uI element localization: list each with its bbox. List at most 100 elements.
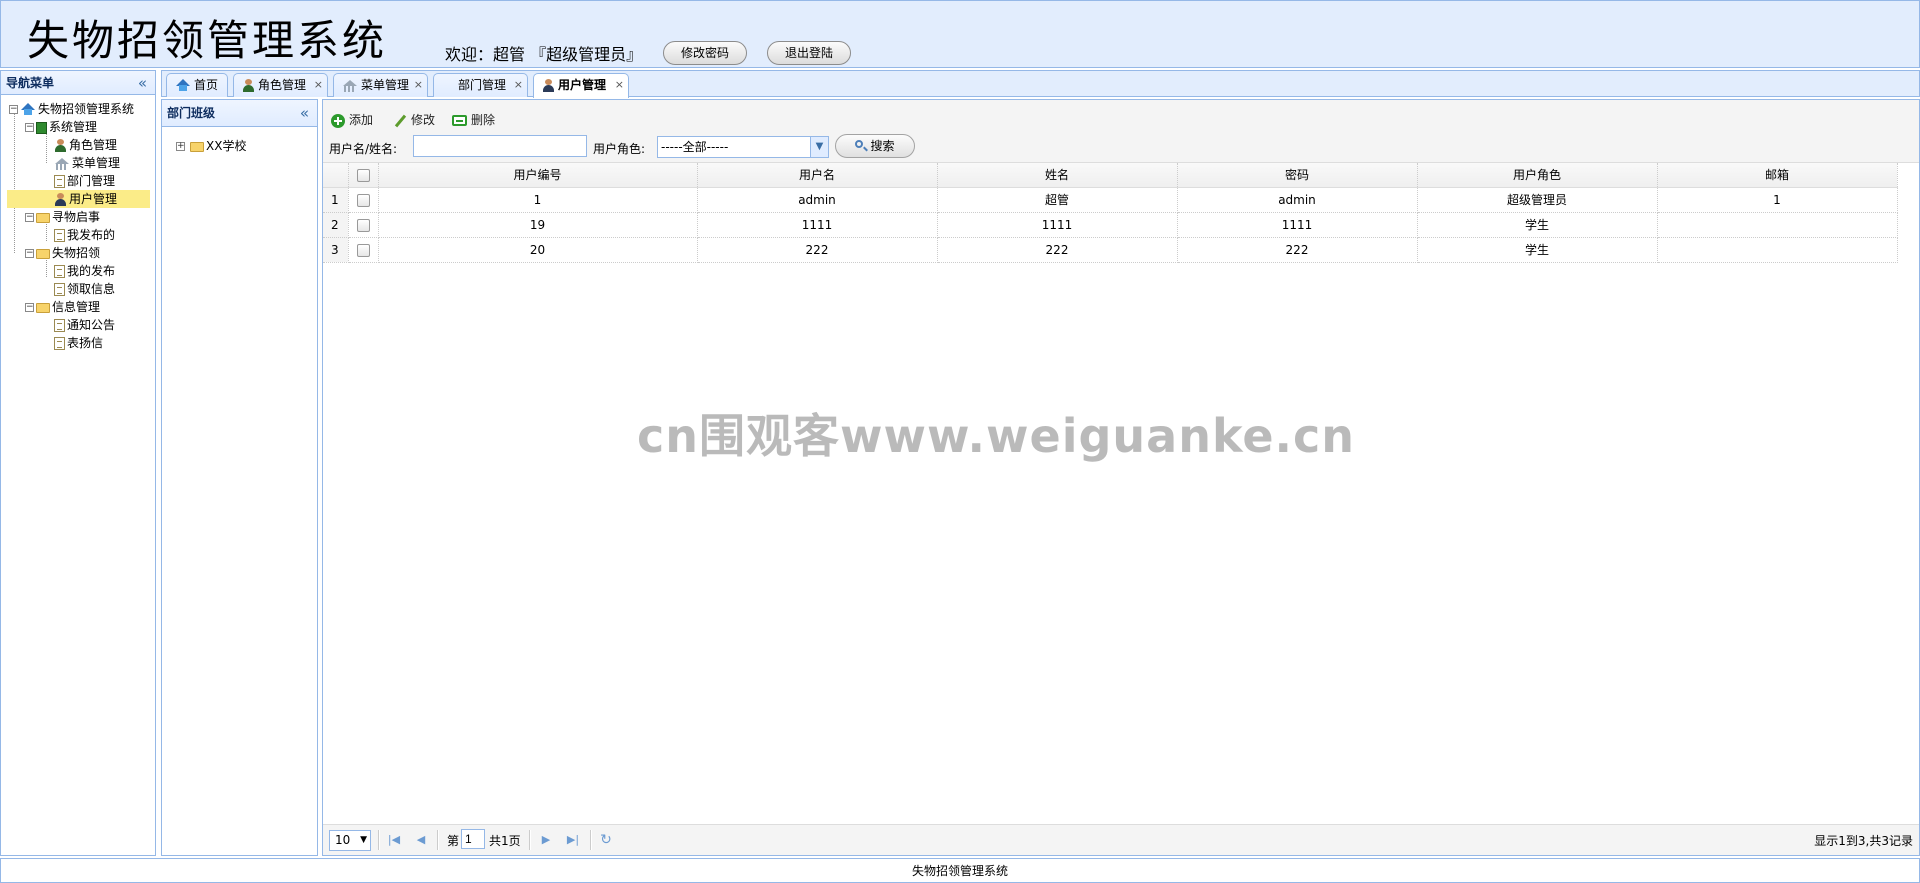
edit-label: 修改 bbox=[411, 113, 436, 127]
tab-menus[interactable]: 菜单管理 × bbox=[333, 73, 428, 97]
nav-collapse-icon[interactable]: « bbox=[138, 71, 147, 95]
sidebar-item-menus[interactable]: 菜单管理 bbox=[54, 154, 120, 172]
add-button[interactable]: 添加 bbox=[331, 110, 373, 130]
close-icon[interactable]: × bbox=[314, 74, 323, 96]
table-row[interactable]: 2 19 1111 1111 1111 学生 bbox=[323, 212, 1898, 238]
user-icon bbox=[54, 139, 67, 152]
department-panel-header: 部门班级 « bbox=[162, 100, 317, 127]
tree-root[interactable]: − 失物招领管理系统 bbox=[9, 100, 134, 118]
user-table: 用户编号 用户名 姓名 密码 用户角色 邮箱 1 1 admin 超管 admi… bbox=[323, 163, 1898, 263]
role-filter-label: 用户角色: bbox=[593, 142, 646, 156]
username-search-input[interactable] bbox=[413, 135, 587, 157]
sidebar-item-notices[interactable]: 通知公告 bbox=[54, 316, 115, 334]
column-header[interactable]: 用户角色 bbox=[1417, 163, 1658, 188]
tab-departments[interactable]: 部门管理 × bbox=[433, 73, 528, 97]
table-cell: 学生 bbox=[1417, 212, 1658, 238]
column-header[interactable]: 用户名 bbox=[697, 163, 938, 188]
table-row[interactable]: 1 1 admin 超管 admin 超级管理员 1 bbox=[323, 187, 1898, 213]
row-checkbox[interactable] bbox=[356, 193, 370, 207]
sidebar-item-lost-notice[interactable]: − 寻物启事 bbox=[25, 208, 100, 226]
search-button-label: 搜索 bbox=[870, 139, 895, 153]
delete-button[interactable]: 删除 bbox=[452, 110, 495, 130]
close-icon[interactable]: × bbox=[514, 74, 523, 96]
select-all-header bbox=[348, 163, 379, 188]
column-header[interactable]: 密码 bbox=[1177, 163, 1418, 188]
sidebar-item-praise[interactable]: 表扬信 bbox=[54, 334, 103, 352]
tab-home[interactable]: 首页 bbox=[166, 73, 228, 97]
user-grid-panel: 添加 修改 删除 用户名/姓名: 用户角色: -----全部----- ▼ 搜索 bbox=[322, 99, 1920, 856]
edit-button[interactable]: 修改 bbox=[393, 110, 435, 130]
welcome-text: 欢迎：超管 『超级管理员』 bbox=[445, 45, 643, 64]
column-header[interactable]: 用户编号 bbox=[378, 163, 698, 188]
menu-icon bbox=[54, 157, 70, 170]
table-cell: 222 bbox=[937, 237, 1178, 263]
sidebar-item-info[interactable]: − 信息管理 bbox=[25, 298, 100, 316]
plus-icon bbox=[331, 113, 345, 128]
page-size-value: 10 bbox=[335, 833, 351, 847]
expand-toggle-icon[interactable]: + bbox=[176, 142, 185, 151]
next-page-icon[interactable]: ▶ bbox=[538, 831, 554, 849]
collapse-toggle-icon[interactable]: − bbox=[25, 303, 34, 312]
user-icon bbox=[242, 79, 255, 92]
document-icon bbox=[54, 283, 65, 296]
department-title: 部门班级 bbox=[167, 106, 216, 120]
sidebar-item-claims[interactable]: 领取信息 bbox=[54, 280, 115, 298]
sidebar-item-my-posts[interactable]: 我发布的 bbox=[54, 226, 115, 244]
book-icon bbox=[36, 121, 47, 134]
sidebar-item-users[interactable]: 用户管理 bbox=[7, 190, 150, 208]
sidebar-item-my-releases[interactable]: 我的发布 bbox=[54, 262, 115, 280]
sidebar-item-departments[interactable]: 部门管理 bbox=[54, 172, 115, 190]
document-icon bbox=[54, 319, 65, 332]
search-button[interactable]: 搜索 bbox=[835, 134, 915, 158]
document-icon bbox=[54, 229, 65, 242]
collapse-toggle-icon[interactable]: − bbox=[25, 213, 34, 222]
last-page-icon[interactable]: ▶| bbox=[565, 831, 581, 849]
table-cell: admin bbox=[1177, 187, 1418, 213]
home-icon bbox=[20, 103, 36, 116]
collapse-toggle-icon[interactable]: − bbox=[25, 249, 34, 258]
sidebar-item-label: 失物招领 bbox=[52, 246, 101, 260]
column-header[interactable]: 姓名 bbox=[937, 163, 1178, 188]
refresh-icon[interactable]: ↻ bbox=[598, 831, 614, 849]
pagination-bar: 10 ▼ |◀ ◀ 第 共1页 ▶ ▶| ↻ 显示1到3,共3记录 bbox=[323, 824, 1919, 855]
first-page-icon[interactable]: |◀ bbox=[386, 831, 402, 849]
prev-page-icon[interactable]: ◀ bbox=[413, 831, 429, 849]
change-password-button[interactable]: 修改密码 bbox=[663, 41, 747, 65]
collapse-toggle-icon[interactable]: − bbox=[9, 105, 18, 114]
pager-separator bbox=[437, 830, 439, 850]
nav-title: 导航菜单 bbox=[6, 76, 55, 90]
chevron-down-icon: ▼ bbox=[810, 137, 828, 157]
close-icon[interactable]: × bbox=[414, 74, 423, 96]
row-checkbox[interactable] bbox=[356, 218, 370, 232]
table-cell: 20 bbox=[378, 237, 698, 263]
row-checkbox[interactable] bbox=[356, 243, 370, 257]
pencil-icon bbox=[393, 114, 407, 128]
sidebar-item-found[interactable]: − 失物招领 bbox=[25, 244, 100, 262]
department-collapse-icon[interactable]: « bbox=[300, 100, 309, 127]
close-icon[interactable]: × bbox=[615, 74, 624, 96]
select-all-checkbox[interactable] bbox=[356, 168, 370, 182]
page-size-select[interactable]: 10 ▼ bbox=[329, 830, 371, 851]
column-header[interactable]: 邮箱 bbox=[1657, 163, 1898, 188]
chevron-down-icon: ▼ bbox=[360, 835, 367, 845]
table-cell: 1 bbox=[378, 187, 698, 213]
role-filter-value: -----全部----- bbox=[661, 140, 729, 154]
sidebar-item-roles[interactable]: 角色管理 bbox=[54, 136, 117, 154]
document-icon bbox=[54, 337, 65, 350]
sidebar-item-system[interactable]: − 系统管理 bbox=[25, 118, 97, 136]
page-number-input[interactable] bbox=[461, 829, 485, 849]
table-row[interactable]: 3 20 222 222 222 学生 bbox=[323, 237, 1898, 263]
menu-icon bbox=[342, 79, 358, 92]
collapse-toggle-icon[interactable]: − bbox=[25, 123, 34, 132]
tab-users[interactable]: 用户管理 × bbox=[533, 73, 629, 98]
tab-roles[interactable]: 角色管理 × bbox=[233, 73, 328, 97]
department-panel: 部门班级 « + XX学校 bbox=[161, 99, 318, 856]
folder-icon bbox=[36, 302, 50, 313]
table-cell: 1111 bbox=[937, 212, 1178, 238]
department-tree-root[interactable]: + XX学校 bbox=[176, 137, 246, 155]
logout-button[interactable]: 退出登陆 bbox=[767, 41, 851, 65]
footer: 失物招领管理系统 bbox=[0, 858, 1920, 883]
row-number: 1 bbox=[323, 187, 349, 213]
role-filter-select[interactable]: -----全部----- ▼ bbox=[657, 136, 829, 158]
table-cell bbox=[1657, 212, 1898, 238]
